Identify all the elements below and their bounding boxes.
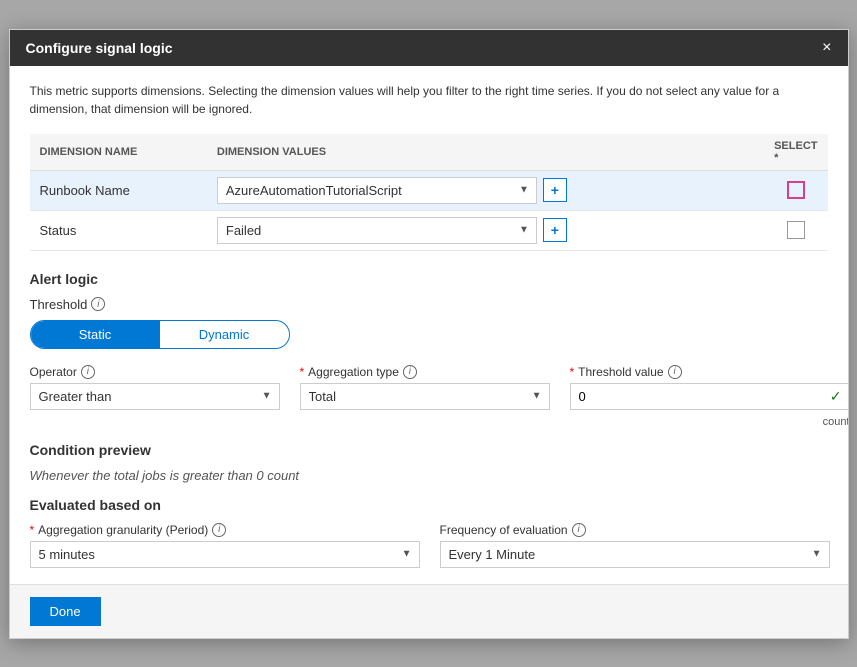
threshold-toggle: Static Dynamic <box>30 320 290 349</box>
granularity-select[interactable]: 5 minutes 1 minute 15 minutes 30 minutes… <box>30 541 420 568</box>
condition-preview-title: Condition preview <box>30 442 828 458</box>
operator-group: Operator i Greater than Less than Greate… <box>30 365 280 428</box>
frequency-group: Frequency of evaluation i Every 1 Minute… <box>440 523 830 568</box>
condition-preview-text: Whenever the total jobs is greater than … <box>30 468 828 483</box>
threshold-input-wrapper: ✓ <box>570 383 848 410</box>
aggregation-group: * Aggregation type i Total Average Minim… <box>300 365 550 428</box>
modal-header: Configure signal logic × <box>10 30 848 66</box>
static-toggle-button[interactable]: Static <box>31 321 160 348</box>
alert-logic-title: Alert logic <box>30 271 828 287</box>
granularity-select-wrapper: 5 minutes 1 minute 15 minutes 30 minutes… <box>30 541 420 568</box>
dimension-name-runbook: Runbook Name <box>30 170 207 210</box>
threshold-value-info-icon[interactable]: i <box>668 365 682 379</box>
table-row: Status Failed ▼ + <box>30 210 828 250</box>
threshold-unit-label: count <box>570 416 848 428</box>
aggregation-select[interactable]: Total Average Minimum Maximum <box>300 383 550 410</box>
aggregation-required-star: * <box>300 365 305 379</box>
modal-title: Configure signal logic <box>26 40 173 56</box>
condition-preview-section: Condition preview Whenever the total job… <box>30 442 828 483</box>
evaluated-title: Evaluated based on <box>30 497 828 513</box>
runbook-select-cell <box>764 170 827 210</box>
operator-select[interactable]: Greater than Less than Greater than or e… <box>30 383 280 410</box>
runbook-add-button[interactable]: + <box>543 178 567 202</box>
frequency-info-icon[interactable]: i <box>572 523 586 537</box>
close-button[interactable]: × <box>822 40 831 56</box>
frequency-select[interactable]: Every 1 Minute Every 5 Minutes Every 15 … <box>440 541 830 568</box>
granularity-row: * Aggregation granularity (Period) i 5 m… <box>30 523 828 568</box>
aggregation-info-icon[interactable]: i <box>403 365 417 379</box>
granularity-label: * Aggregation granularity (Period) i <box>30 523 420 537</box>
granularity-info-icon[interactable]: i <box>212 523 226 537</box>
runbook-checkbox[interactable] <box>787 181 805 199</box>
threshold-info-icon[interactable]: i <box>91 297 105 311</box>
aggregation-label: * Aggregation type i <box>300 365 550 379</box>
threshold-check-icon: ✓ <box>830 388 842 405</box>
col-header-values: DIMENSION VALUES <box>207 134 764 171</box>
runbook-select-wrapper: AzureAutomationTutorialScript ▼ <box>217 177 537 204</box>
threshold-value-group: * Threshold value i ✓ count <box>570 365 848 428</box>
dynamic-toggle-button[interactable]: Dynamic <box>160 321 289 348</box>
threshold-label-row: Threshold i <box>30 297 828 312</box>
alert-logic-form-row: Operator i Greater than Less than Greate… <box>30 365 828 428</box>
dimension-value-cell-status: Failed ▼ + <box>207 210 764 250</box>
frequency-select-wrapper: Every 1 Minute Every 5 Minutes Every 15 … <box>440 541 830 568</box>
col-header-name: DIMENSION NAME <box>30 134 207 171</box>
threshold-label-text: Threshold <box>30 297 88 312</box>
status-select-wrapper: Failed ▼ <box>217 217 537 244</box>
status-select-cell <box>764 210 827 250</box>
dimension-value-cell-runbook: AzureAutomationTutorialScript ▼ + <box>207 170 764 210</box>
dimensions-table: DIMENSION NAME DIMENSION VALUES SELECT *… <box>30 134 828 251</box>
granularity-required-star: * <box>30 523 35 537</box>
frequency-label: Frequency of evaluation i <box>440 523 830 537</box>
status-checkbox[interactable] <box>787 221 805 239</box>
threshold-required-star: * <box>570 365 575 379</box>
modal-body: This metric supports dimensions. Selecti… <box>10 66 848 584</box>
runbook-select[interactable]: AzureAutomationTutorialScript <box>217 177 537 204</box>
modal-footer: Done <box>10 584 848 638</box>
operator-info-icon[interactable]: i <box>81 365 95 379</box>
aggregation-select-wrapper: Total Average Minimum Maximum ▼ <box>300 383 550 410</box>
dimension-name-status: Status <box>30 210 207 250</box>
info-text: This metric supports dimensions. Selecti… <box>30 82 828 118</box>
operator-label: Operator i <box>30 365 280 379</box>
done-button[interactable]: Done <box>30 597 101 626</box>
evaluated-section: Evaluated based on * Aggregation granula… <box>30 497 828 568</box>
status-select[interactable]: Failed <box>217 217 537 244</box>
granularity-group: * Aggregation granularity (Period) i 5 m… <box>30 523 420 568</box>
col-header-select: SELECT * <box>764 134 827 171</box>
operator-select-wrapper: Greater than Less than Greater than or e… <box>30 383 280 410</box>
threshold-value-input[interactable] <box>570 383 848 410</box>
threshold-value-label: * Threshold value i <box>570 365 848 379</box>
table-row: Runbook Name AzureAutomationTutorialScri… <box>30 170 828 210</box>
status-add-button[interactable]: + <box>543 218 567 242</box>
